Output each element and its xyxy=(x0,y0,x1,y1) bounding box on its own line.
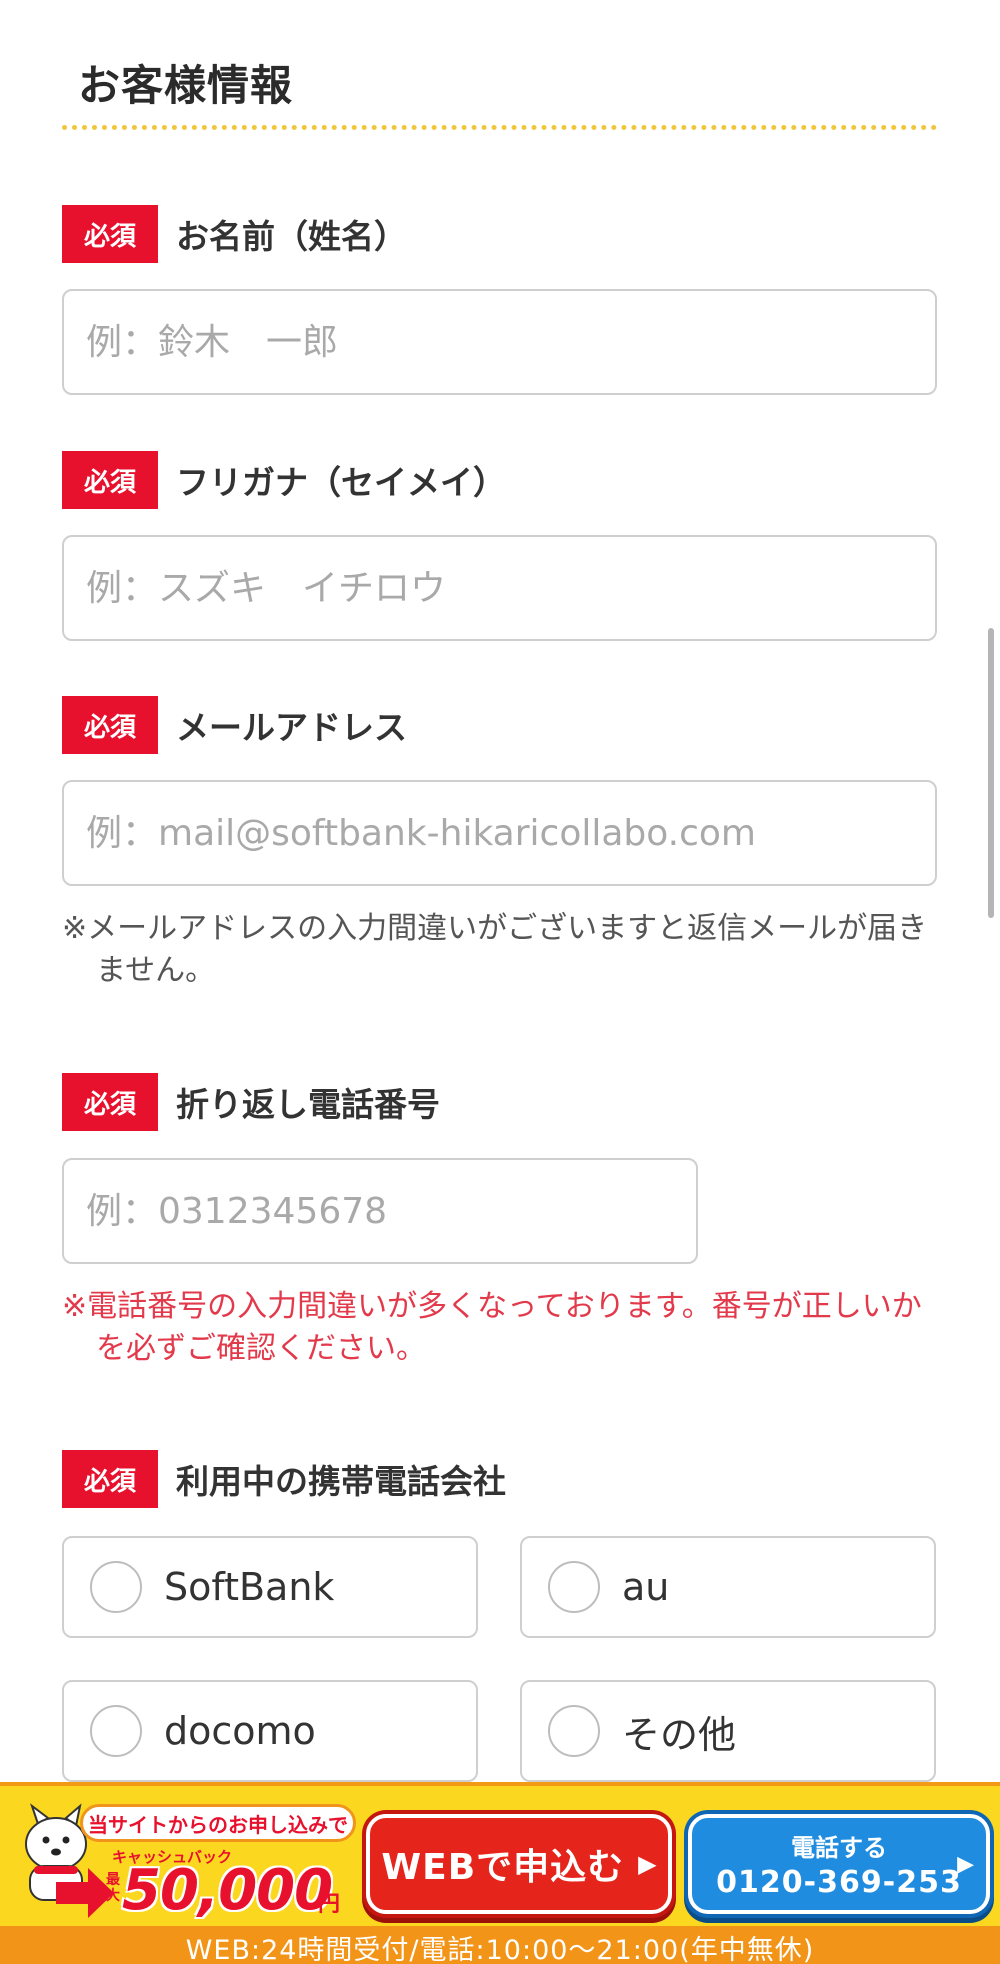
email-input[interactable] xyxy=(62,780,937,886)
max-label: 最大 xyxy=(106,1872,120,1904)
call-label: 電話する xyxy=(791,1834,887,1862)
kana-label: フリガナ（セイメイ） xyxy=(176,463,506,502)
kana-input[interactable] xyxy=(62,535,937,641)
radio-label: SoftBank xyxy=(164,1565,335,1609)
name-label: お名前（姓名） xyxy=(176,217,407,256)
email-label: メールアドレス xyxy=(176,708,407,747)
email-note: ※メールアドレスの入力間違いがございますと返信メールが届きません。 xyxy=(62,911,928,988)
required-badge: 必須 xyxy=(62,205,158,263)
carrier-option-other[interactable]: その他 xyxy=(520,1680,936,1782)
name-field-label: 必須 お名前（姓名） xyxy=(62,205,407,263)
cta-bar: 当サイトからのお申し込みで キャッシュバック 最大 50,000 円 WEBで申… xyxy=(0,1782,1000,1964)
carrier-option-au[interactable]: au xyxy=(520,1536,936,1638)
radio-label: docomo xyxy=(164,1709,316,1753)
radio-button[interactable] xyxy=(548,1705,600,1757)
section-title: お客様情報 xyxy=(78,61,294,110)
phone-field-label: 必須 折り返し電話番号 xyxy=(62,1073,440,1131)
name-input[interactable] xyxy=(62,289,937,395)
yen-label: 円 xyxy=(318,1892,341,1917)
section-divider xyxy=(62,125,937,130)
web-apply-button[interactable]: WEBで申込む ▶ xyxy=(366,1814,672,1914)
web-apply-label: WEBで申込む xyxy=(381,1847,625,1888)
required-badge: 必須 xyxy=(62,696,158,754)
radio-button[interactable] xyxy=(90,1561,142,1613)
call-button[interactable]: 電話する 0120-369-253 ▶ xyxy=(688,1814,990,1914)
radio-label: au xyxy=(622,1565,670,1609)
phone-label: 折り返し電話番号 xyxy=(176,1085,440,1124)
radio-button[interactable] xyxy=(548,1561,600,1613)
carrier-option-docomo[interactable]: docomo xyxy=(62,1680,478,1782)
chevron-right-icon: ▶ xyxy=(638,1850,657,1878)
cashback-amount: 50,000 xyxy=(122,1858,333,1923)
required-badge: 必須 xyxy=(62,451,158,509)
email-field-label: 必須 メールアドレス xyxy=(62,696,407,754)
phone-number: 0120-369-253 xyxy=(716,1865,962,1900)
required-badge: 必須 xyxy=(62,1450,158,1508)
promo-lead-badge: 当サイトからのお申し込みで xyxy=(80,1804,356,1842)
carrier-label: 利用中の携帯電話会社 xyxy=(176,1462,506,1501)
phone-note: ※電話番号の入力間違いが多くなっております。番号が正しいかを必ずご確認ください。 xyxy=(62,1289,922,1366)
carrier-field-label: 必須 利用中の携帯電話会社 xyxy=(62,1450,506,1508)
business-hours: WEB:24時間受付/電話:10:00～21:00(年中無休) xyxy=(0,1926,1000,1964)
radio-button[interactable] xyxy=(90,1705,142,1757)
kana-field-label: 必須 フリガナ（セイメイ） xyxy=(62,451,506,509)
phone-input[interactable] xyxy=(62,1158,698,1264)
required-badge: 必須 xyxy=(62,1073,158,1131)
carrier-option-softbank[interactable]: SoftBank xyxy=(62,1536,478,1638)
chevron-right-icon: ▶ xyxy=(957,1852,974,1877)
scrollbar-thumb[interactable] xyxy=(988,628,994,918)
radio-label: その他 xyxy=(622,1712,737,1757)
